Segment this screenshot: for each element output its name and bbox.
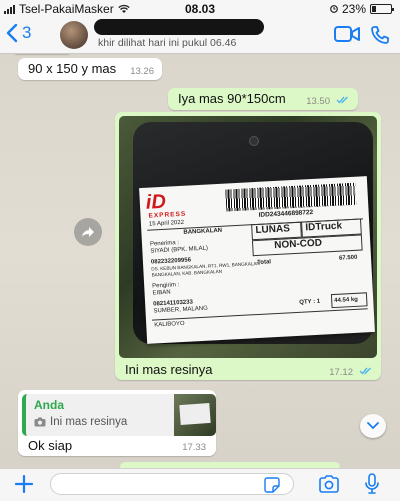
last-seen[interactable]: khir dilihat hari ini pukul 06.46: [98, 37, 236, 49]
forward-icon: [82, 227, 94, 237]
message-text: Iya mas 90*150cm: [178, 91, 286, 106]
message-time: 17.33: [182, 442, 206, 453]
forward-button[interactable]: [74, 218, 102, 246]
chevron-left-icon: [6, 23, 18, 43]
alarm-lock-icon: [330, 5, 338, 13]
message-time: 13.26: [130, 66, 154, 77]
microphone-icon[interactable]: [364, 473, 380, 495]
message-input[interactable]: [50, 473, 294, 495]
receipt-weight: 44.54 kg: [334, 296, 359, 305]
message-bubble-outgoing[interactable]: Iya mas 90*150cm 13.50: [168, 88, 358, 110]
chevron-down-icon: [367, 422, 379, 430]
phone-camera: [249, 136, 259, 146]
receipt-total: 67.500: [338, 254, 358, 262]
battery-fill: [372, 6, 376, 12]
shipping-receipt: iD EXPRESS 15 April 2022 IDD243446898722…: [139, 176, 375, 344]
receipt-sender-label: Pengirim :: [152, 282, 180, 290]
phone-call-icon[interactable]: [370, 25, 390, 45]
read-ticks-icon: [336, 96, 348, 104]
status-right: 23%: [330, 2, 394, 16]
receipt-logo-sub: EXPRESS: [148, 210, 187, 220]
receipt-date: 15 April 2022: [148, 219, 185, 228]
battery-icon: [370, 4, 394, 14]
message-text: 90 x 150 y mas: [28, 61, 117, 76]
phone-in-photo: iD EXPRESS 15 April 2022 IDD243446898722…: [133, 122, 375, 344]
quoted-message[interactable]: Anda Ini mas resinya: [22, 394, 216, 436]
back-button[interactable]: 3: [6, 23, 31, 43]
scroll-down-button[interactable]: [360, 414, 386, 438]
chat-header: 3 khir dilihat hari ini pukul 06.46: [0, 17, 400, 54]
avatar[interactable]: [60, 21, 88, 49]
contact-name-redacted[interactable]: [94, 19, 264, 35]
receipt-sender: EIBAN: [152, 289, 171, 297]
message-bubble-incoming[interactable]: 90 x 150 y mas 13.26: [18, 58, 162, 80]
quote-text: Ini mas resinya: [50, 416, 128, 428]
receipt-payment: LUNAS: [255, 223, 291, 237]
read-ticks-icon: [359, 367, 371, 375]
camera-icon: [34, 417, 46, 427]
quote-author: Anda: [34, 398, 64, 412]
plus-icon[interactable]: [14, 474, 34, 494]
quote-text-row: Ini mas resinya: [34, 416, 127, 428]
video-call-icon[interactable]: [334, 25, 360, 43]
shipping-receipt-photo[interactable]: iD EXPRESS 15 April 2022 IDD243446898722…: [119, 116, 377, 358]
battery-percent: 23%: [341, 2, 366, 16]
image-message-bubble[interactable]: iD EXPRESS 15 April 2022 IDD243446898722…: [115, 112, 381, 380]
receipt-service: IDTruck: [305, 220, 343, 234]
status-bar: Tsel-PakaiMasker 08.03 23%: [0, 0, 400, 17]
message-text: Ok siap: [28, 438, 73, 453]
message-time: 13.50: [306, 96, 330, 107]
unread-count: 3: [22, 23, 32, 42]
receipt-total-label: Total: [257, 259, 272, 266]
message-bubble-incoming-reply[interactable]: Anda Ini mas resinya Ok siap 17.33: [18, 390, 216, 456]
quote-thumbnail: [174, 394, 216, 436]
receipt-origin: BANGKALAN: [183, 227, 223, 236]
receipt-footer: KALIBOYO: [154, 320, 185, 329]
receipt-barcode: [225, 182, 357, 212]
sticker-icon[interactable]: [264, 477, 280, 493]
message-caption: Ini mas resinya: [125, 362, 213, 377]
message-time: 17.12: [329, 367, 353, 378]
receipt-tracking: IDD243446898722: [258, 209, 314, 219]
message-input-bar: [0, 468, 400, 501]
receipt-qty: QTY : 1: [299, 298, 321, 306]
camera-icon[interactable]: [318, 475, 340, 493]
